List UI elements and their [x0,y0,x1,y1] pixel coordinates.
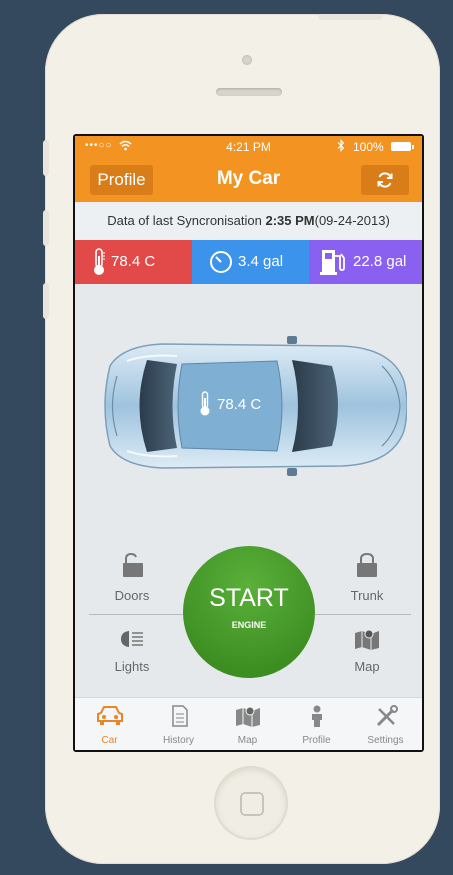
car-temperature: 78.4 C [217,396,262,413]
trunk-label: Trunk [350,588,384,603]
lights-label: Lights [114,659,150,674]
padlock-icon [357,552,377,577]
stat-fuel-value: 22.8 gal [353,253,407,270]
lights-button[interactable]: Lights [102,629,162,679]
tab-settings-label: Settings [367,735,404,746]
refresh-icon [377,172,393,188]
thermometer-icon [94,248,105,275]
tab-settings[interactable]: Settings [351,698,420,750]
tab-map-label: Map [237,735,258,746]
trunk-button[interactable]: Trunk [337,552,397,607]
gauge-icon [210,251,232,273]
headlight-icon [121,631,143,647]
nav-bar: Profile My Car [75,158,422,202]
stat-temperature: 78.4 C [75,240,192,284]
doors-button[interactable]: Doors [102,552,162,607]
unlocked-padlock-icon [123,552,143,577]
person-icon [312,705,322,727]
car-illustration[interactable]: 78.4 C [92,336,408,476]
screen: •••○○ 4:21 PM 100% Profile My Car Data o… [73,134,424,752]
bluetooth-icon [337,139,345,152]
car-icon [97,706,123,725]
map-button[interactable]: Map [337,628,397,678]
home-button[interactable] [216,768,286,838]
mute-switch [43,140,49,176]
document-icon [172,705,188,727]
start-label: START [209,584,289,612]
volume-up-button [43,210,49,246]
status-bar: •••○○ 4:21 PM 100% [75,136,422,158]
tab-profile[interactable]: Profile [282,698,351,750]
doors-label: Doors [114,588,150,603]
tools-icon [376,705,398,727]
start-engine-button[interactable]: START ENGINE [183,546,315,678]
refresh-button[interactable] [361,165,409,195]
tab-history-label: History [162,735,195,746]
sync-info: Data of last Syncronisation 2:35 PM(09-2… [75,202,422,240]
app-display: •••○○ 4:21 PM 100% Profile My Car Data o… [75,136,422,750]
divider-right [315,614,411,615]
fuel-pump-icon [320,250,345,275]
tab-bar: Car History Map Profile Settings [75,697,422,750]
stat-mileage-value: 3.4 gal [238,253,284,270]
volume-down-button [43,283,49,319]
car-thermometer-icon [200,391,210,416]
camera-icon [242,55,252,65]
sync-label: Data of last Syncronisation [107,213,262,228]
tab-map[interactable]: Map [213,698,282,750]
stat-mileage: 3.4 gal [192,240,309,284]
map-icon [236,706,260,727]
speaker-grille [216,88,282,96]
stat-fuel: 22.8 gal [309,240,422,284]
stats-bar: 78.4 C 3.4 gal 22.8 gal [75,240,422,284]
tab-history[interactable]: History [144,698,213,750]
tab-car-label: Car [101,735,118,746]
battery-percent: 100% [353,140,384,154]
divider-left [89,614,185,615]
start-sublabel: ENGINE [231,620,267,630]
battery-icon [391,142,414,151]
sync-time: 2:35 PM [265,213,315,228]
map-label: Map [354,659,380,674]
tab-car[interactable]: Car [75,698,144,750]
sync-date: (09-24-2013) [314,213,390,228]
power-button [318,14,382,20]
map-icon [355,629,379,650]
home-square-icon [240,792,264,816]
tab-profile-label: Profile [302,735,331,746]
stat-temperature-value: 78.4 C [111,253,156,270]
